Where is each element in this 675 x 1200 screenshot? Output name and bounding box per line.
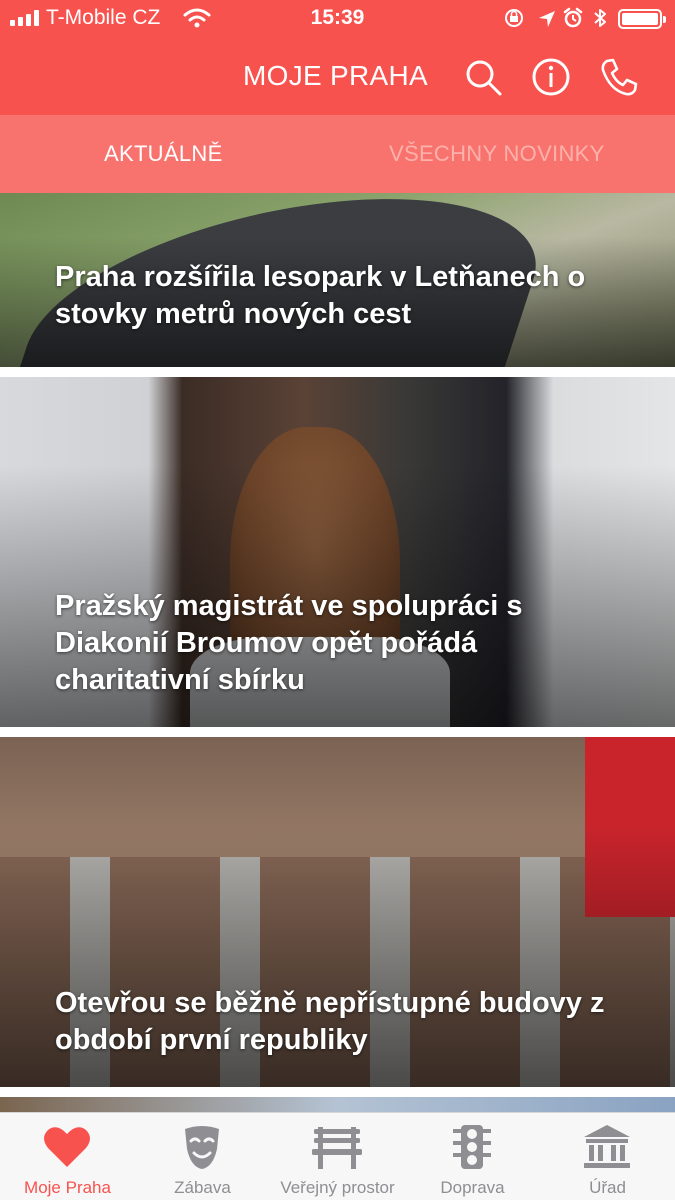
tabbar-label: Moje Praha [24, 1178, 111, 1197]
news-headline: Otevřou se běžně nepřístupné budovy z ob… [55, 987, 605, 1056]
news-card[interactable]: Praha rozšířila lesopark v Letňanech o s… [0, 193, 675, 367]
battery-icon [618, 9, 666, 29]
tabbar-label: Úřad [589, 1178, 626, 1197]
orientation-lock-icon [505, 9, 523, 27]
heart-icon [44, 1127, 90, 1167]
tab-aktualne[interactable]: AKTUÁLNĚ [104, 115, 223, 193]
news-card[interactable]: Pražský magistrát ve spolupráci s Diakon… [0, 377, 675, 727]
tabbar-label: Doprava [440, 1178, 505, 1197]
tabbar-label: Veřejný prostor [280, 1178, 395, 1197]
tabbar-item-zabava[interactable]: Zábava [135, 1113, 270, 1200]
location-icon [539, 11, 555, 27]
status-icons [505, 7, 606, 28]
bluetooth-icon [594, 9, 606, 27]
status-bar: T-Mobile CZ 15:39 [0, 0, 675, 38]
tab-strip: AKTUÁLNĚ VŠECHNY NOVINKY [0, 115, 675, 193]
alarm-icon [563, 7, 583, 28]
tabbar-item-verejny-prostor[interactable]: Veřejný prostor [270, 1113, 405, 1200]
tabbar-label: Zábava [174, 1178, 231, 1197]
bottom-tab-bar: Moje Praha Zábava Veřejný prostor Doprav… [0, 1112, 675, 1200]
news-headline: Pražský magistrát ve spolupráci s Diakon… [55, 590, 523, 696]
search-icon[interactable] [462, 56, 504, 98]
app-title: MOJE PRAHA [243, 60, 429, 91]
theater-mask-icon [185, 1126, 219, 1169]
tab-vsechny-novinky[interactable]: VŠECHNY NOVINKY [389, 115, 605, 193]
phone-icon[interactable] [598, 56, 640, 98]
government-building-icon [584, 1125, 630, 1168]
tabbar-item-urad[interactable]: Úřad [540, 1113, 675, 1200]
news-card[interactable]: Otevřou se běžně nepřístupné budovy z ob… [0, 737, 675, 1087]
info-icon[interactable] [530, 56, 572, 98]
app-header: MOJE PRAHA [0, 38, 675, 115]
bench-icon [312, 1127, 362, 1169]
news-headline: Praha rozšířila lesopark v Letňanech o s… [55, 261, 586, 330]
tabbar-item-doprava[interactable]: Doprava [405, 1113, 540, 1200]
tabbar-item-moje-praha[interactable]: Moje Praha [0, 1113, 135, 1200]
traffic-light-icon [453, 1125, 491, 1169]
news-card[interactable] [0, 1097, 675, 1112]
